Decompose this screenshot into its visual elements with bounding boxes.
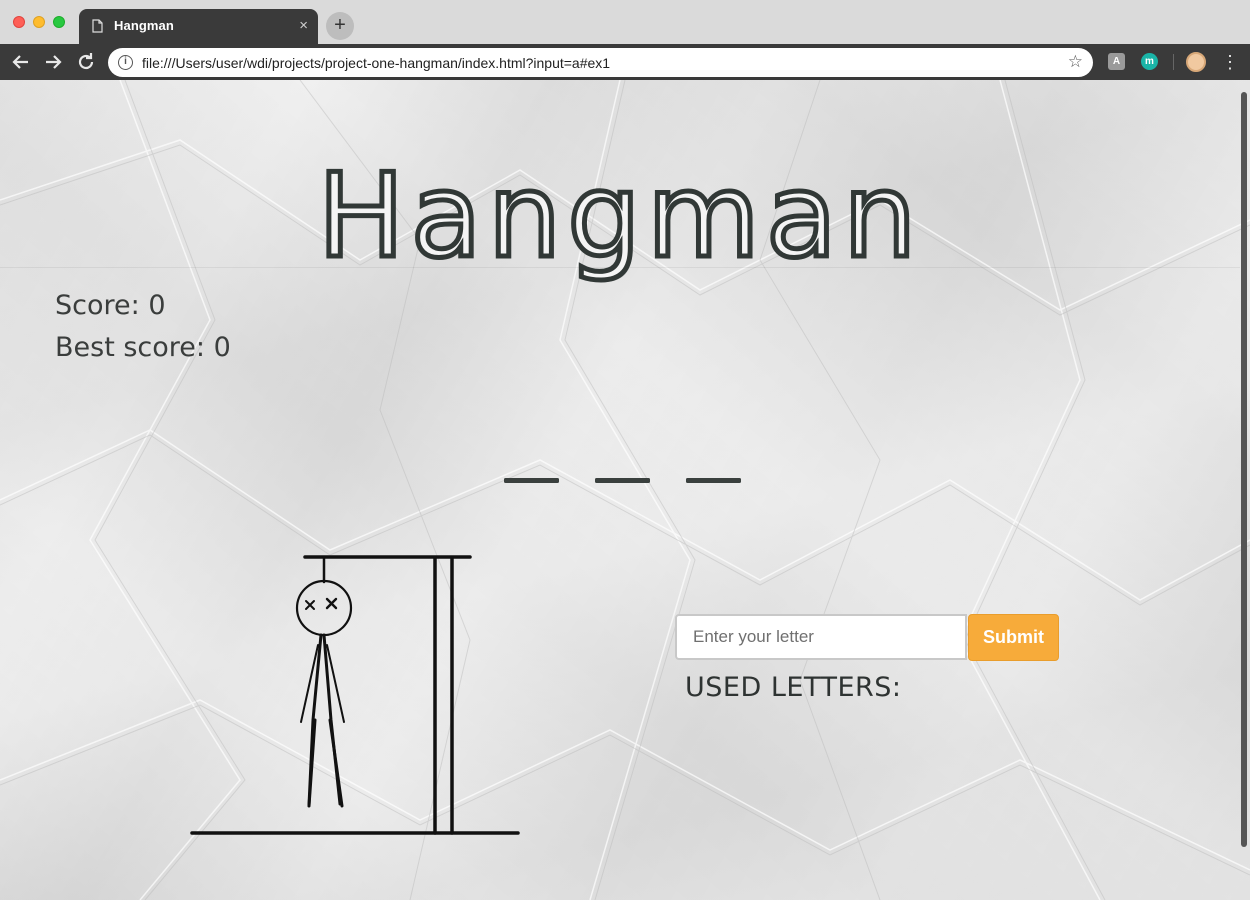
reload-icon[interactable] xyxy=(74,50,98,74)
used-letters-label: USED LETTERS: xyxy=(685,672,902,703)
tab-close-icon[interactable]: × xyxy=(299,17,308,35)
browser-titlebar: Hangman × + xyxy=(0,0,1250,44)
window-close-button[interactable] xyxy=(13,16,25,28)
browser-toolbar: i file:///Users/user/wdi/projects/projec… xyxy=(0,44,1250,80)
back-arrow-icon[interactable] xyxy=(9,50,33,74)
profile-avatar[interactable] xyxy=(1186,52,1206,72)
window-minimize-button[interactable] xyxy=(33,16,45,28)
letter-blank xyxy=(504,478,559,483)
address-bar[interactable]: i file:///Users/user/wdi/projects/projec… xyxy=(108,48,1093,77)
page-icon xyxy=(92,19,103,33)
submit-button[interactable]: Submit xyxy=(968,614,1059,661)
menu-icon[interactable]: ⋮ xyxy=(1221,50,1239,74)
hangman-figure-icon xyxy=(190,555,520,835)
best-score-label: Best score: xyxy=(55,332,206,363)
extension-icon[interactable]: m xyxy=(1141,53,1158,70)
page-title: Hangman xyxy=(315,149,923,284)
new-tab-button[interactable]: + xyxy=(326,12,354,40)
score-label: Score: xyxy=(55,290,140,321)
best-score-value: 0 xyxy=(213,332,231,363)
letter-input[interactable] xyxy=(675,614,967,660)
window-maximize-button[interactable] xyxy=(53,16,65,28)
star-icon[interactable]: ☆ xyxy=(1068,52,1083,72)
score-value: 0 xyxy=(148,290,166,321)
page-scrollbar[interactable] xyxy=(1241,92,1247,847)
toolbar-divider xyxy=(1173,54,1174,70)
header: Hangman xyxy=(0,120,1240,284)
score-display: Score: 0 xyxy=(55,290,166,321)
tab-title: Hangman xyxy=(114,18,174,33)
extension-icon[interactable]: A xyxy=(1108,53,1125,70)
letter-blank xyxy=(686,478,741,483)
best-score-display: Best score: 0 xyxy=(55,332,231,363)
word-blanks xyxy=(498,468,758,488)
letter-blank xyxy=(595,478,650,483)
url-text[interactable]: file:///Users/user/wdi/projects/project-… xyxy=(142,55,610,71)
page-viewport: Hangman Score: 0 Best score: 0 Enter you… xyxy=(0,80,1250,900)
info-icon[interactable]: i xyxy=(118,55,133,70)
browser-tab-hangman[interactable]: Hangman × xyxy=(79,9,318,44)
forward-arrow-icon[interactable] xyxy=(41,50,65,74)
